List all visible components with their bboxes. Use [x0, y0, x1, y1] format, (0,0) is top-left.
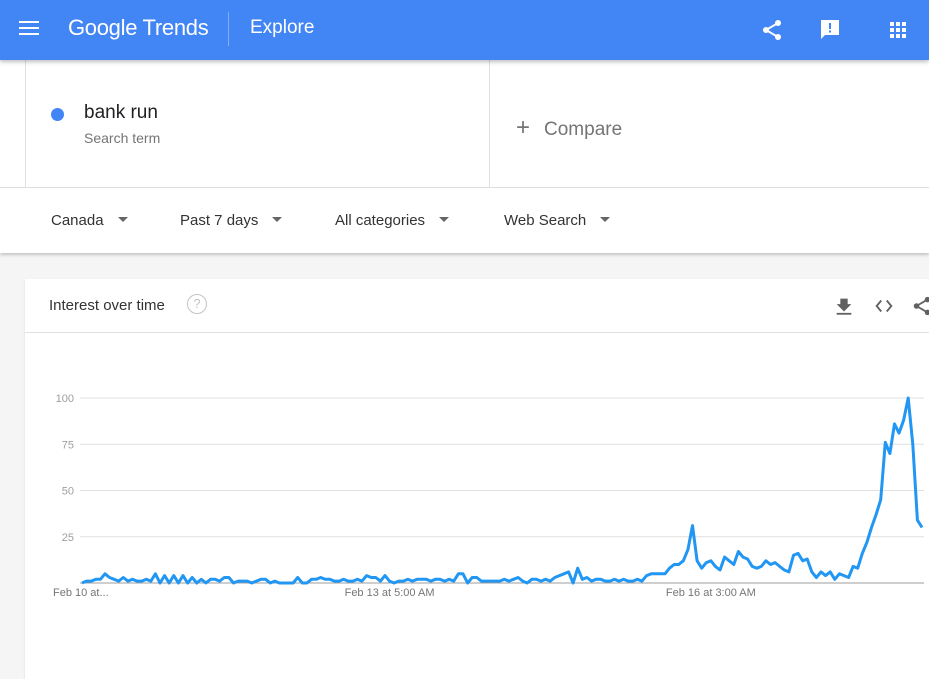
header-divider	[228, 12, 229, 46]
app-bar: Google Trends Explore	[0, 0, 929, 60]
apps-icon[interactable]	[886, 18, 910, 42]
category-label: All categories	[335, 212, 426, 229]
x-tick-label: Feb 16 at 3:00 AM	[666, 587, 756, 599]
menu-icon[interactable]	[19, 21, 39, 37]
region-label: Canada	[51, 212, 104, 229]
y-tick-label: 25	[62, 532, 74, 544]
region-dropdown[interactable]: Canada	[51, 212, 128, 229]
y-tick-label: 75	[62, 439, 74, 451]
y-tick-label: 50	[62, 486, 74, 498]
time-range-label: Past 7 days	[180, 212, 259, 229]
interest-chart[interactable]: 25 50 75 100 Feb 10 at... Feb 13 at 5:00 AM Fe…	[0, 0, 929, 655]
share-icon[interactable]	[760, 18, 784, 42]
x-tick-label: Feb 13 at 5:00 AM	[345, 587, 435, 599]
feedback-icon[interactable]	[818, 18, 842, 42]
filter-bar: Canada Past 7 days All categories Web Se…	[0, 188, 929, 253]
caret-down-icon	[600, 216, 611, 222]
google-trends-logo[interactable]: Google Trends	[68, 15, 209, 41]
caret-down-icon	[439, 216, 450, 222]
caret-down-icon	[272, 216, 283, 222]
category-dropdown[interactable]: All categories	[335, 212, 450, 229]
search-type-label: Web Search	[504, 212, 587, 229]
x-tick-label: Feb 10 at...	[53, 587, 109, 599]
search-type-dropdown[interactable]: Web Search	[504, 212, 611, 229]
time-range-dropdown[interactable]: Past 7 days	[180, 212, 283, 229]
y-tick-label: 100	[56, 393, 74, 405]
caret-down-icon	[117, 216, 128, 222]
page-title: Explore	[250, 17, 315, 38]
